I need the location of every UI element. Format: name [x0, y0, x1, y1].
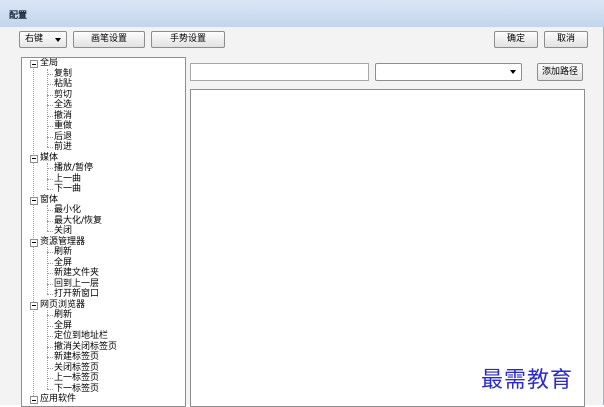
tree-item[interactable]: 全屏 [54, 321, 72, 332]
tree-item[interactable]: 全屏 [54, 258, 72, 269]
tree-connector [47, 189, 53, 191]
tree-item[interactable]: 最大化/恢复 [54, 216, 102, 227]
tree-connector [47, 147, 53, 149]
tree-group[interactable]: 全局 [40, 58, 58, 69]
collapse-icon[interactable] [30, 154, 38, 163]
path-input[interactable] [190, 63, 369, 81]
chevron-down-icon [55, 38, 61, 42]
collapse-icon[interactable] [30, 196, 38, 205]
cancel-button[interactable]: 取消 [544, 31, 588, 48]
collapse-icon[interactable] [30, 396, 38, 404]
tree-connector [33, 66, 34, 402]
add-path-button[interactable]: 添加路径 [537, 63, 583, 81]
tree-item[interactable]: 定位到地址栏 [54, 331, 108, 342]
tree-item[interactable]: 复制 [54, 69, 72, 80]
tree-item[interactable]: 粘贴 [54, 79, 72, 90]
tree-item[interactable]: 撤消 [54, 111, 72, 122]
tree-item[interactable]: 后退 [54, 132, 72, 143]
tree-connector [47, 310, 48, 389]
tree-group[interactable]: 资源管理器 [40, 237, 85, 248]
gesture-settings-button[interactable]: 手势设置 [151, 31, 225, 48]
tree-item[interactable]: 播放/暂停 [54, 163, 93, 174]
tree-connector [47, 247, 48, 295]
tree-item[interactable]: 上一标签页 [54, 373, 99, 384]
watermark: 最需教育 [481, 368, 574, 393]
ok-button[interactable]: 确定 [494, 31, 538, 48]
tree-connector [47, 68, 48, 148]
tree-item[interactable]: 关闭标签页 [54, 363, 99, 374]
gesture-tree[interactable]: 全局 复制 粘贴 剪切 全选 撤消 重做 后退 前进 媒体 播放/暂停 上一曲 下一曲 窗体 最小化 最大化/… [21, 57, 186, 407]
tree-connector [47, 231, 53, 233]
tree-item[interactable]: 撤消关闭标签页 [54, 342, 117, 353]
tree-connector [47, 205, 48, 232]
tree-group[interactable]: 网页浏览器 [40, 300, 85, 311]
tree-item[interactable]: 重做 [54, 121, 72, 132]
mode-select-value: 右键 [25, 34, 44, 44]
tree-group[interactable]: 应用软件 [40, 394, 76, 405]
chevron-down-icon [510, 70, 516, 74]
tree-item[interactable]: 剪切 [54, 90, 72, 101]
tree-item[interactable]: 下一标签页 [54, 384, 99, 395]
tree-item[interactable]: 前进 [54, 142, 72, 153]
mode-select[interactable]: 右键 [19, 31, 67, 48]
tree-item[interactable]: 全选 [54, 100, 72, 111]
path-list-pane[interactable] [190, 89, 585, 407]
tree-item[interactable]: 新建文件夹 [54, 268, 99, 279]
tree-group[interactable]: 媒体 [40, 153, 58, 164]
tree-item[interactable]: 刷新 [54, 310, 72, 321]
collapse-icon[interactable] [30, 60, 38, 68]
tree-connector [47, 163, 48, 190]
window-title: 配置 [9, 11, 28, 21]
tree-item[interactable]: 关闭 [54, 226, 72, 237]
collapse-icon[interactable] [30, 301, 38, 310]
tree-connector [47, 294, 53, 296]
tree-item[interactable]: 刷新 [54, 247, 72, 258]
tree-item[interactable]: 打开新窗口 [54, 289, 99, 300]
pen-settings-button[interactable]: 画笔设置 [73, 31, 145, 48]
tree-item[interactable]: 下一曲 [54, 184, 81, 195]
tree-item[interactable]: 上一曲 [54, 174, 81, 185]
tree-item[interactable]: 新建标签页 [54, 352, 99, 363]
collapse-icon[interactable] [30, 238, 38, 247]
tree-group[interactable]: 窗体 [40, 195, 58, 206]
path-combo[interactable] [375, 63, 522, 81]
tree-item[interactable]: 最小化 [54, 205, 81, 216]
tree-item[interactable]: 回到上一层 [54, 279, 99, 290]
tree-connector [47, 388, 53, 390]
title-bar: 配置 [0, 0, 604, 28]
